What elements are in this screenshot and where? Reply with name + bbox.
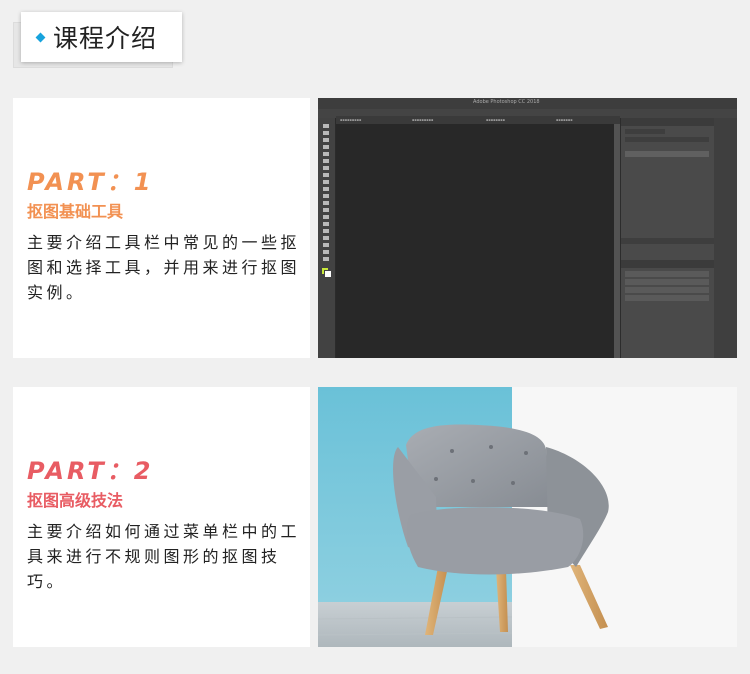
pen-tool-icon: [323, 222, 329, 226]
part-2-subtitle: 抠图高级技法: [27, 491, 124, 510]
ps-tab: ▪▪▪▪▪▪▪▪▪: [412, 118, 434, 122]
ps-channel-row: [625, 287, 709, 293]
move-tool-icon: [323, 124, 329, 128]
ps-tab: ▪▪▪▪▪▪▪▪▪: [340, 118, 362, 122]
ps-panels: [620, 118, 714, 358]
part-2-card: PART：2 抠图高级技法 主要介绍如何通过菜单栏中的工具来进行不规则图形的抠图…: [13, 387, 310, 647]
ps-layer-row: [625, 151, 709, 157]
ps-layer-toolbar: [621, 238, 714, 244]
diamond-icon: [35, 32, 46, 42]
photoshop-screenshot: Adobe Photoshop CC 2018 ▪▪▪▪▪▪▪▪▪ ▪▪▪▪▪▪…: [318, 98, 737, 358]
part-1-description: 主要介绍工具栏中常见的一些抠图和选择工具，并用来进行抠图实例。: [27, 233, 301, 302]
section-header: 课程介绍: [21, 12, 182, 62]
background-color-icon: [324, 270, 332, 278]
ps-layer-filter: [625, 129, 665, 134]
blur-tool-icon: [323, 208, 329, 212]
gradient-tool-icon: [323, 201, 329, 205]
ps-layer-options: [625, 137, 709, 142]
ps-tab: ▪▪▪▪▪▪▪▪: [486, 118, 505, 122]
ps-channel-row: [625, 279, 709, 285]
part-1-subtitle: 抠图基础工具: [27, 202, 124, 221]
shape-tool-icon: [323, 243, 329, 247]
ps-panel-tabs: [621, 260, 714, 268]
part-2-description: 主要介绍如何通过菜单栏中的工具来进行不规则图形的抠图技巧。: [27, 522, 301, 591]
ps-panel-tabs: [621, 118, 714, 126]
eraser-tool-icon: [323, 194, 329, 198]
brush-tool-icon: [323, 173, 329, 177]
zoom-tool-icon: [323, 257, 329, 261]
dodge-tool-icon: [323, 215, 329, 219]
part-1-card: PART：1 抠图基础工具 主要介绍工具栏中常见的一些抠图和选择工具，并用来进行…: [13, 98, 310, 358]
eyedropper-tool-icon: [323, 159, 329, 163]
hand-tool-icon: [323, 250, 329, 254]
stamp-tool-icon: [323, 180, 329, 184]
ps-tab: ▪▪▪▪▪▪▪: [556, 118, 573, 122]
ps-canvas: [336, 124, 614, 358]
type-tool-icon: [323, 229, 329, 233]
part-2-label: PART：2: [27, 457, 154, 485]
marquee-tool-icon: [323, 131, 329, 135]
ps-document-tabs: ▪▪▪▪▪▪▪▪▪ ▪▪▪▪▪▪▪▪▪ ▪▪▪▪▪▪▪▪ ▪▪▪▪▪▪▪: [336, 116, 620, 124]
ps-toolbar: [318, 118, 336, 358]
healing-tool-icon: [323, 166, 329, 170]
path-select-tool-icon: [323, 236, 329, 240]
history-brush-tool-icon: [323, 187, 329, 191]
ps-channel-row: [625, 271, 709, 277]
ps-app-title: Adobe Photoshop CC 2018: [473, 99, 540, 105]
page-title: 课程介绍: [53, 24, 158, 53]
chair-illustration: [318, 387, 737, 647]
ps-side-strip: [714, 118, 737, 358]
magic-wand-tool-icon: [323, 145, 329, 149]
part-1-label: PART：1: [27, 168, 154, 196]
ps-channel-row: [625, 295, 709, 301]
crop-tool-icon: [323, 152, 329, 156]
chair-photo: [318, 387, 737, 647]
lasso-tool-icon: [323, 138, 329, 142]
ps-title-bar: Adobe Photoshop CC 2018: [318, 98, 737, 109]
